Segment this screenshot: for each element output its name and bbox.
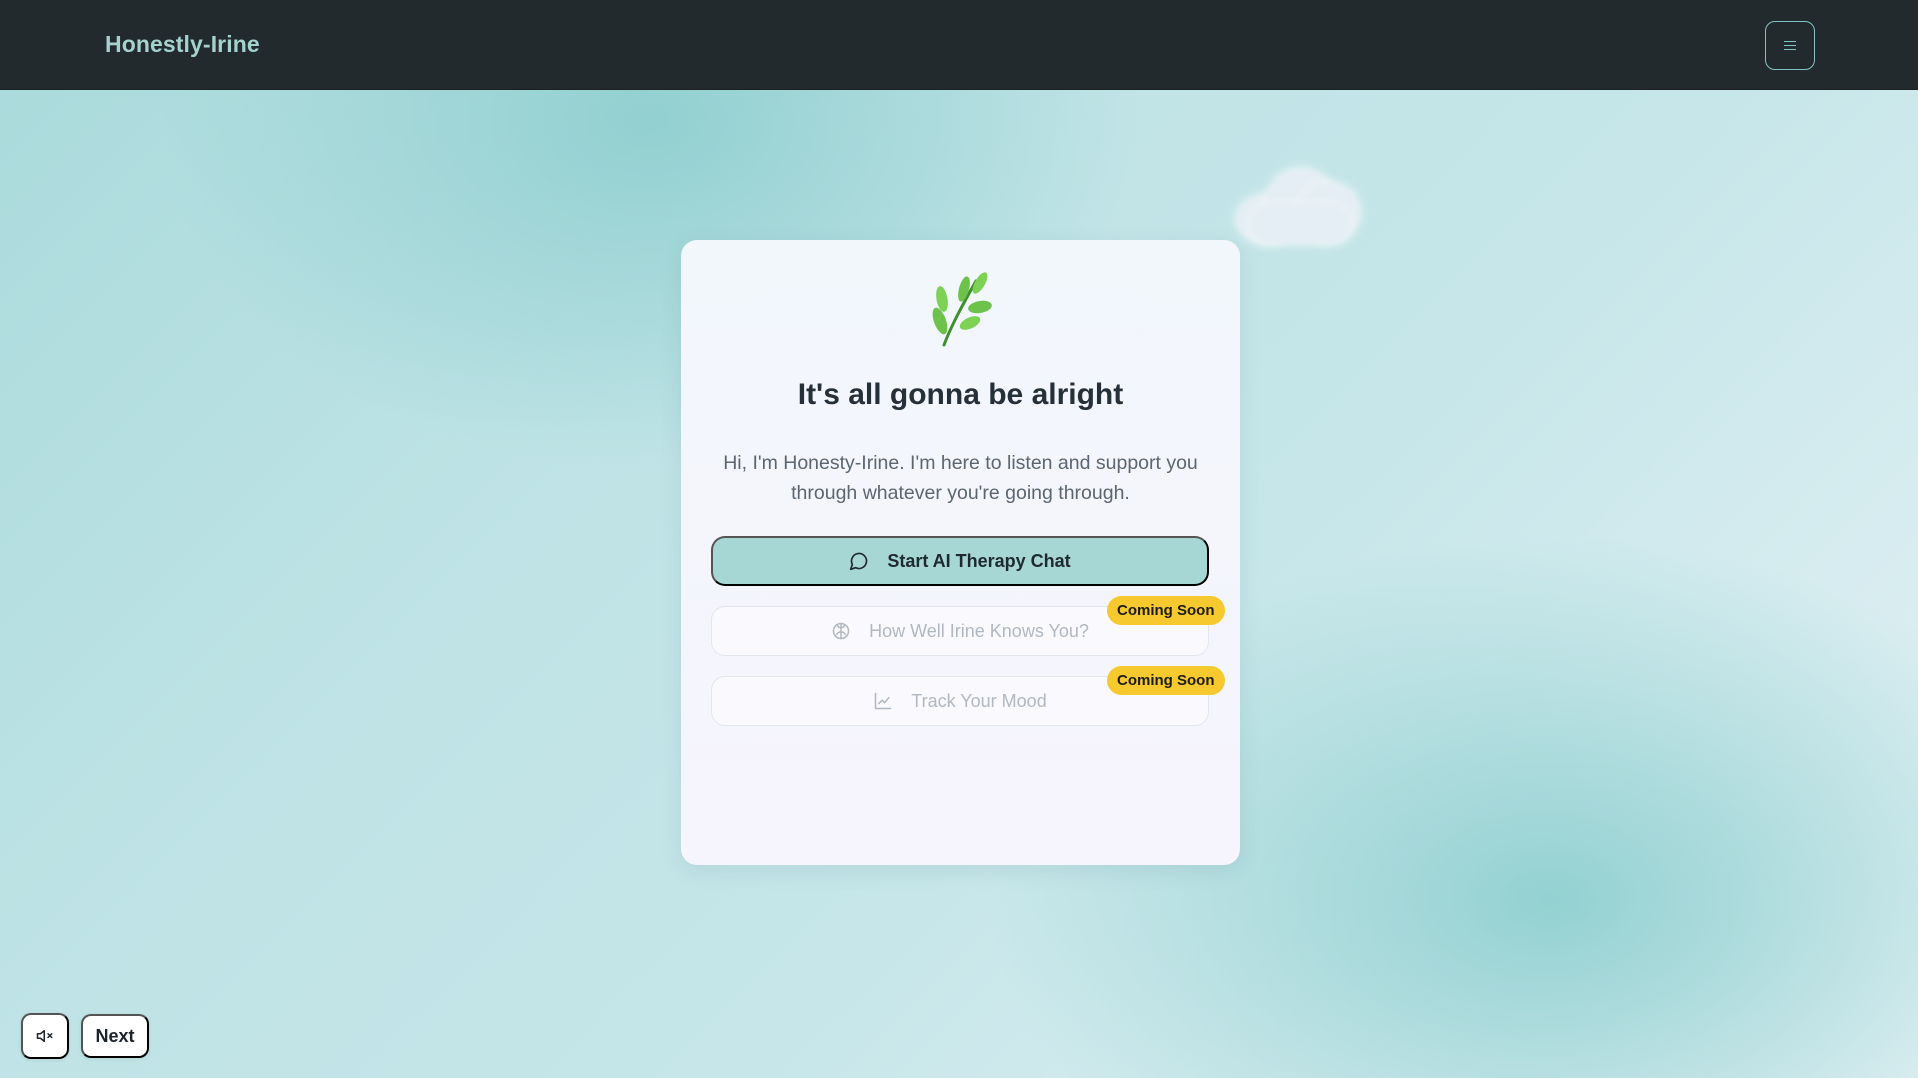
start-chat-label: Start AI Therapy Chat [887, 550, 1071, 571]
speaker-muted-icon [36, 1030, 53, 1042]
welcome-card: It's all gonna be alright Hi, I'm Honest… [681, 240, 1240, 865]
coming-soon-badge: Coming Soon [1107, 666, 1225, 695]
line-chart-icon [875, 692, 892, 710]
hamburger-menu-icon [1784, 41, 1796, 49]
leaf-sprig-icon [932, 272, 992, 347]
coming-soon-badge: Coming Soon [1107, 596, 1225, 625]
brand-logo-text[interactable]: Honestly-Irine [105, 31, 260, 58]
mute-toggle-button[interactable] [21, 1013, 69, 1059]
page-title: It's all gonna be alright [797, 378, 1124, 411]
start-ai-therapy-chat-button[interactable]: Start AI Therapy Chat [711, 536, 1209, 586]
next-button[interactable]: Next [81, 1014, 149, 1058]
quiz-label: How Well Irine Knows You? [869, 620, 1089, 641]
track-mood-label: Track Your Mood [911, 690, 1047, 711]
cloud-decoration [1236, 160, 1361, 246]
menu-button[interactable] [1765, 21, 1815, 70]
intro-description: Hi, I'm Honesty-Irine. I'm here to liste… [723, 452, 1198, 504]
chat-bubble-icon [850, 552, 868, 571]
brain-icon [832, 622, 850, 640]
top-navbar: Honestly-Irine [0, 0, 1918, 90]
